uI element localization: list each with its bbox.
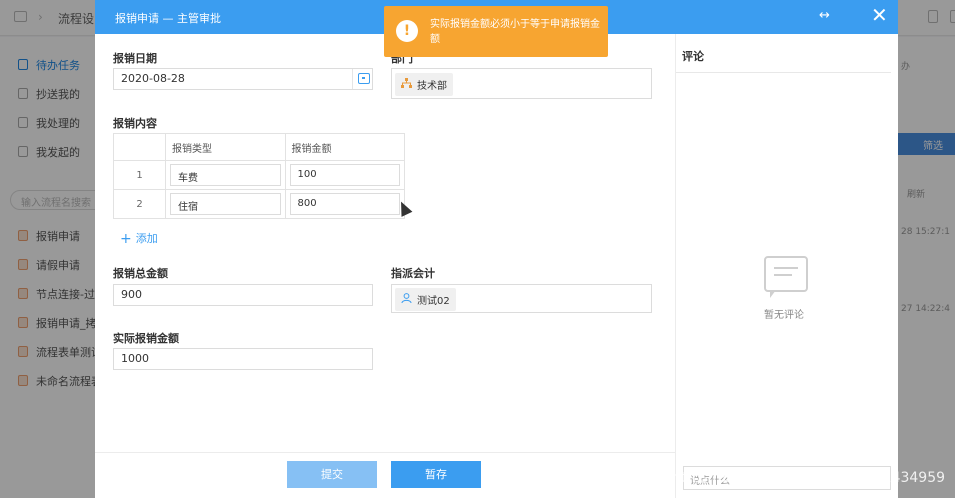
table-header [113,133,166,161]
type-input[interactable]: 住宿 [170,193,281,215]
comment-title: 评论 [682,50,704,63]
table-header: 报销金额 [284,133,405,161]
divider [352,69,353,89]
table-row: 1 车费 100 [113,160,405,190]
expense-table: 报销类型 报销金额 1 车费 100 2 住宿 800 [113,133,405,219]
table-header-row: 报销类型 报销金额 [113,133,405,161]
actual-amount-label: 实际报销金额 [113,332,179,345]
dialog-title: 报销申请 — 主管审批 [115,12,221,25]
table-row: 2 住宿 800 [113,189,405,219]
divider [95,452,675,453]
user-icon [401,293,412,303]
warning-icon: ! [396,20,418,42]
accountant-label: 指派会计 [391,267,435,280]
content-label: 报销内容 [113,117,157,130]
empty-comments-text: 暂无评论 [764,310,804,321]
total-label: 报销总金额 [113,267,168,280]
org-chart-icon [401,78,412,88]
expand-icon[interactable]: ↔ [819,8,831,23]
row-number: 1 [113,160,166,190]
total-field[interactable]: 900 [113,284,373,306]
add-row-button[interactable]: + 添加 [120,230,158,247]
amount-input[interactable]: 100 [289,164,400,186]
close-icon[interactable]: ✕ [871,4,888,26]
date-label: 报销日期 [113,52,157,65]
submit-button[interactable]: 提交 [287,461,377,488]
dept-field[interactable]: 技术部 [391,68,652,99]
actual-amount-field[interactable]: 1000 [113,348,373,370]
approval-dialog: 报销申请 — 主管审批 ↔ ✕ 报销日期 2020-08-28 部门 技术部 报… [95,0,898,498]
save-draft-button[interactable]: 暂存 [391,461,481,488]
table-header: 报销类型 [165,133,286,161]
user-tag: 测试02 [395,288,456,311]
accountant-field[interactable]: 测试02 [391,284,652,313]
dept-tag: 技术部 [395,73,453,96]
chat-bubble-icon [764,256,808,298]
watermark: https://blog.csdn.net/weixin_51434959 [672,470,946,486]
divider [676,72,891,73]
date-field[interactable]: 2020-08-28 [113,68,373,90]
type-input[interactable]: 车费 [170,164,281,186]
toast-message: 实际报销金额必须小于等于申请报销金额 [430,19,600,45]
row-number: 2 [113,189,166,219]
amount-input[interactable]: 800 [289,193,400,215]
warning-toast: ! 实际报销金额必须小于等于申请报销金额 [384,6,608,57]
comment-panel: 评论 暂无评论 说点什么 [675,34,898,498]
plus-icon: + [120,231,132,247]
calendar-icon[interactable] [358,73,370,84]
